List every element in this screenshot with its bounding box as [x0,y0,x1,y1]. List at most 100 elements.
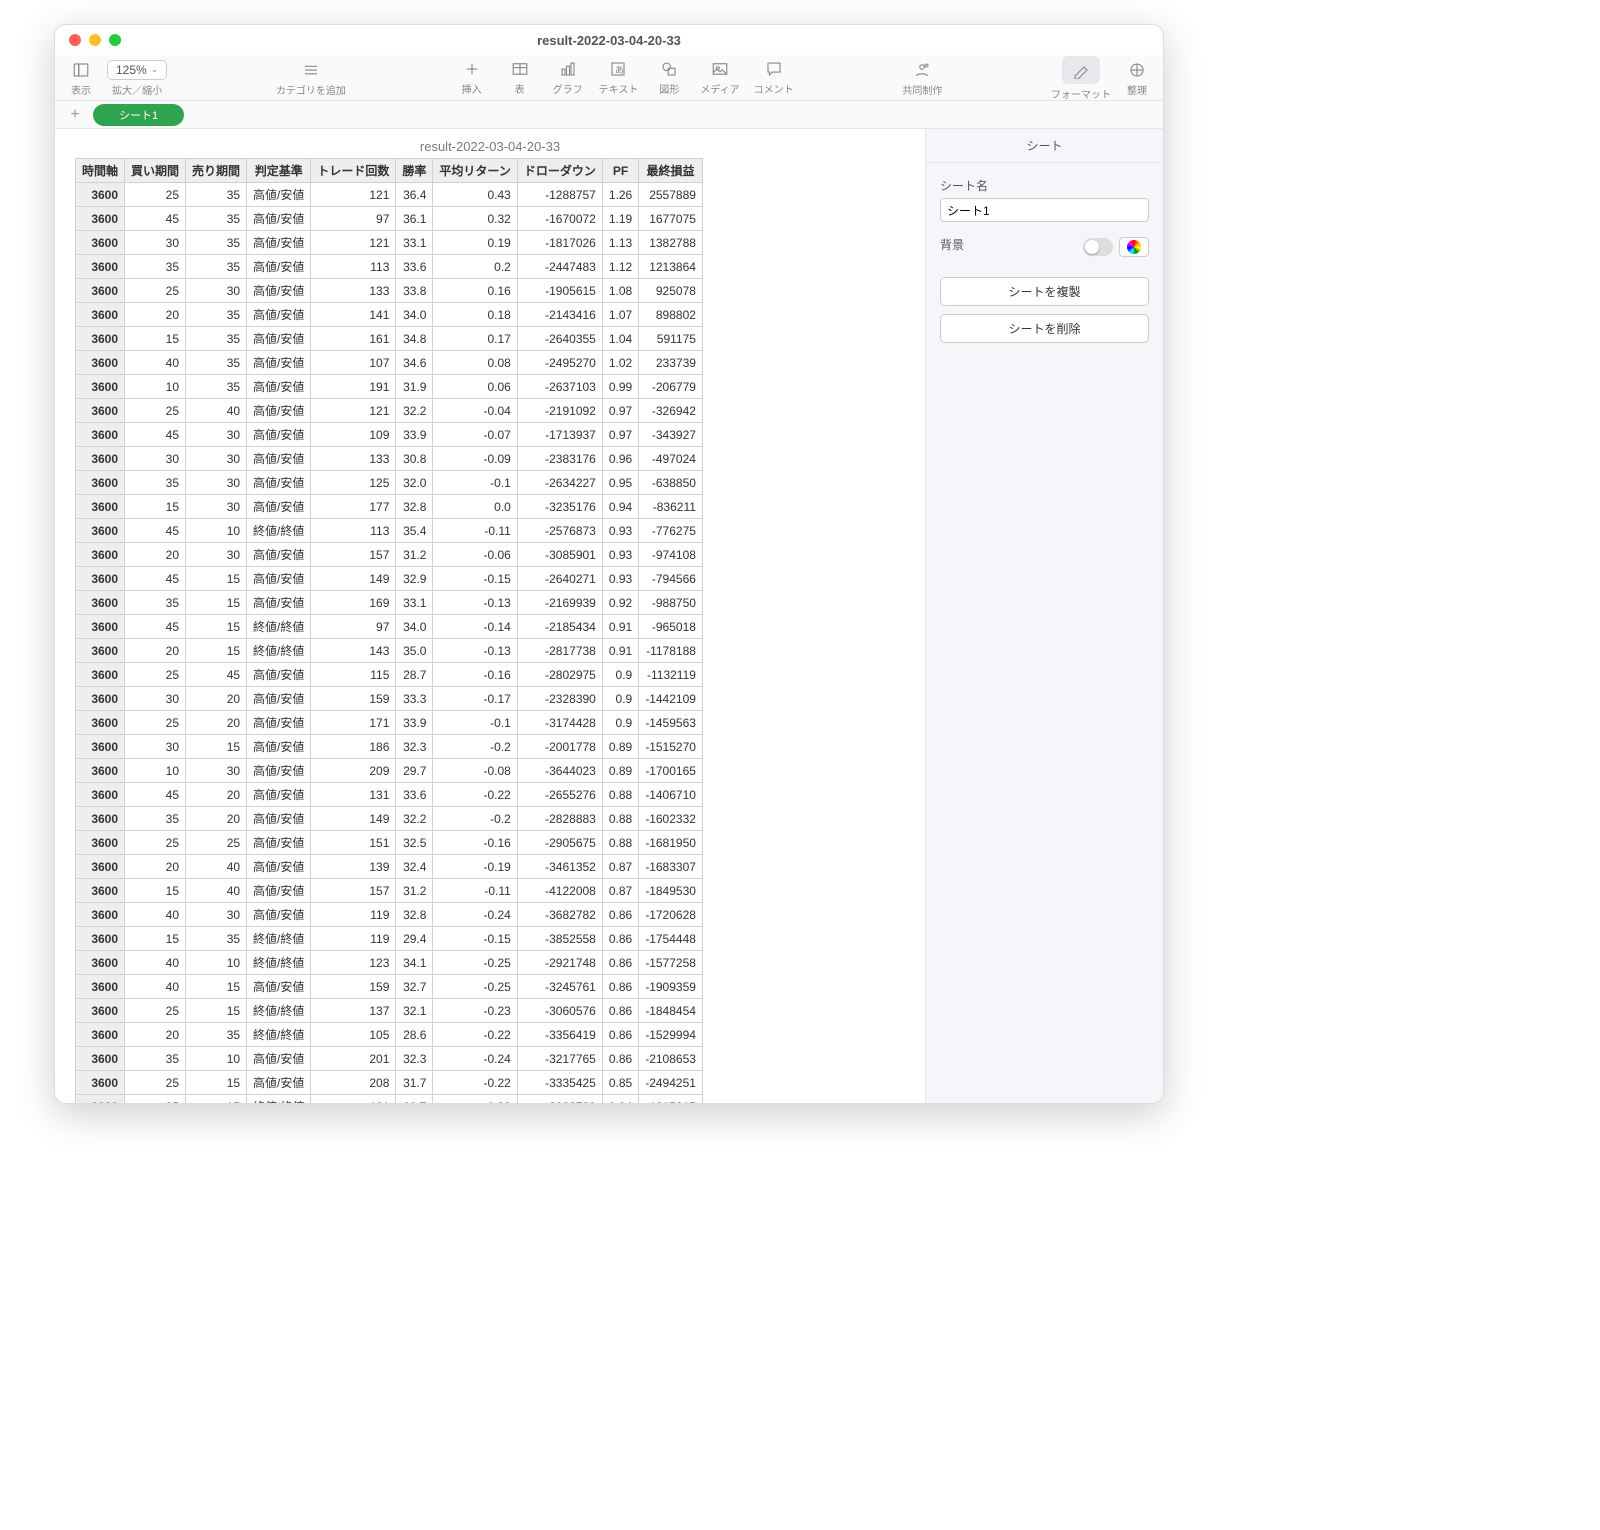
cell[interactable]: -2921748 [517,951,602,975]
cell[interactable]: -1848454 [639,999,703,1023]
table-row[interactable]: 36003510高値/安値20132.3-0.24-32177650.86-21… [76,1047,703,1071]
cell[interactable]: -0.08 [433,759,517,783]
cell[interactable]: -3217765 [517,1047,602,1071]
cell[interactable]: 高値/安値 [247,903,311,927]
cell[interactable]: 32.2 [396,807,433,831]
cell[interactable]: -0.25 [433,975,517,999]
cell[interactable]: 34.0 [396,615,433,639]
cell[interactable]: 35 [186,183,247,207]
cell[interactable]: 29.4 [396,927,433,951]
format-button[interactable]: フォーマット [1043,55,1119,101]
cell[interactable]: 29.7 [396,759,433,783]
cell[interactable]: 35 [125,1095,186,1104]
cell[interactable]: 34.1 [396,951,433,975]
table-row[interactable]: 36003515終値/終値10128.7-0.29-32827380.84-18… [76,1095,703,1104]
cell[interactable]: 30 [186,495,247,519]
cell[interactable]: 32.8 [396,903,433,927]
cell[interactable]: 高値/安値 [247,831,311,855]
cell[interactable]: -638850 [639,471,703,495]
cell[interactable]: 33.9 [396,711,433,735]
cell[interactable]: 高値/安値 [247,543,311,567]
cell[interactable]: 35 [125,471,186,495]
cell[interactable]: 0.86 [602,927,638,951]
cell[interactable]: 高値/安値 [247,711,311,735]
table-row[interactable]: 36001030高値/安値20929.7-0.08-36440230.89-17… [76,759,703,783]
cell[interactable]: 3600 [76,927,125,951]
cell[interactable]: -776275 [639,519,703,543]
table-row[interactable]: 36004530高値/安値10933.9-0.07-17139370.97-34… [76,423,703,447]
cell[interactable]: 15 [186,735,247,759]
add-sheet-button[interactable]: + [65,106,85,124]
cell[interactable]: -0.11 [433,879,517,903]
cell[interactable]: 0.84 [602,1095,638,1104]
cell[interactable]: 121 [311,231,396,255]
cell[interactable]: 高値/安値 [247,375,311,399]
cell[interactable]: 25 [125,663,186,687]
cell[interactable]: 0.43 [433,183,517,207]
cell[interactable]: 終値/終値 [247,951,311,975]
column-header[interactable]: 勝率 [396,159,433,183]
cell[interactable]: 20 [186,783,247,807]
cell[interactable]: 30 [125,447,186,471]
cell[interactable]: 15 [186,591,247,615]
cell[interactable]: -0.24 [433,903,517,927]
table-row[interactable]: 36003015高値/安値18632.3-0.2-20017780.89-151… [76,735,703,759]
cell[interactable]: 3600 [76,519,125,543]
cell[interactable]: 137 [311,999,396,1023]
table-row[interactable]: 36004515高値/安値14932.9-0.15-26402710.93-79… [76,567,703,591]
cell[interactable]: 157 [311,879,396,903]
column-header[interactable]: 最終損益 [639,159,703,183]
cell[interactable]: 0.86 [602,975,638,999]
cell[interactable]: 0.88 [602,783,638,807]
cell[interactable]: -0.17 [433,687,517,711]
cell[interactable]: -2328390 [517,687,602,711]
cell[interactable]: 40 [186,855,247,879]
cell[interactable]: -1815215 [639,1095,703,1104]
table-row[interactable]: 36004030高値/安値11932.8-0.24-36827820.86-17… [76,903,703,927]
cell[interactable]: 0.0 [433,495,517,519]
cell[interactable]: 3600 [76,495,125,519]
cell[interactable]: 高値/安値 [247,567,311,591]
cell[interactable]: 終値/終値 [247,999,311,1023]
cell[interactable]: 高値/安値 [247,879,311,903]
cell[interactable]: 121 [311,399,396,423]
cell[interactable]: -2185434 [517,615,602,639]
cell[interactable]: 31.2 [396,543,433,567]
cell[interactable]: 3600 [76,567,125,591]
cell[interactable]: 121 [311,183,396,207]
cell[interactable]: 高値/安値 [247,279,311,303]
cell[interactable]: 終値/終値 [247,1095,311,1104]
cell[interactable]: 30 [186,279,247,303]
cell[interactable]: -1459563 [639,711,703,735]
cell[interactable]: -1720628 [639,903,703,927]
table-row[interactable]: 36003035高値/安値12133.10.19-18170261.131382… [76,231,703,255]
cell[interactable]: 1382788 [639,231,703,255]
cell[interactable]: 高値/安値 [247,399,311,423]
cell[interactable]: 32.1 [396,999,433,1023]
cell[interactable]: 45 [125,567,186,591]
cell[interactable]: -0.22 [433,1071,517,1095]
cell[interactable]: -2191092 [517,399,602,423]
cell[interactable]: 3600 [76,735,125,759]
cell[interactable]: 3600 [76,903,125,927]
cell[interactable]: 35 [186,327,247,351]
cell[interactable]: 36.4 [396,183,433,207]
cell[interactable]: 0.87 [602,855,638,879]
cell[interactable]: 30.8 [396,447,433,471]
cell[interactable]: -0.09 [433,447,517,471]
cell[interactable]: 25 [125,183,186,207]
cell[interactable]: -1681950 [639,831,703,855]
cell[interactable]: -0.22 [433,783,517,807]
cell[interactable]: 3600 [76,279,125,303]
cell[interactable]: 35 [186,255,247,279]
cell[interactable]: -1406710 [639,783,703,807]
cell[interactable]: 33.6 [396,783,433,807]
cell[interactable]: -2495270 [517,351,602,375]
cell[interactable]: 高値/安値 [247,663,311,687]
cell[interactable]: 0.17 [433,327,517,351]
cell[interactable]: 高値/安値 [247,591,311,615]
cell[interactable]: 高値/安値 [247,255,311,279]
cell[interactable]: 15 [186,999,247,1023]
cell[interactable]: 34.0 [396,303,433,327]
cell[interactable]: 107 [311,351,396,375]
